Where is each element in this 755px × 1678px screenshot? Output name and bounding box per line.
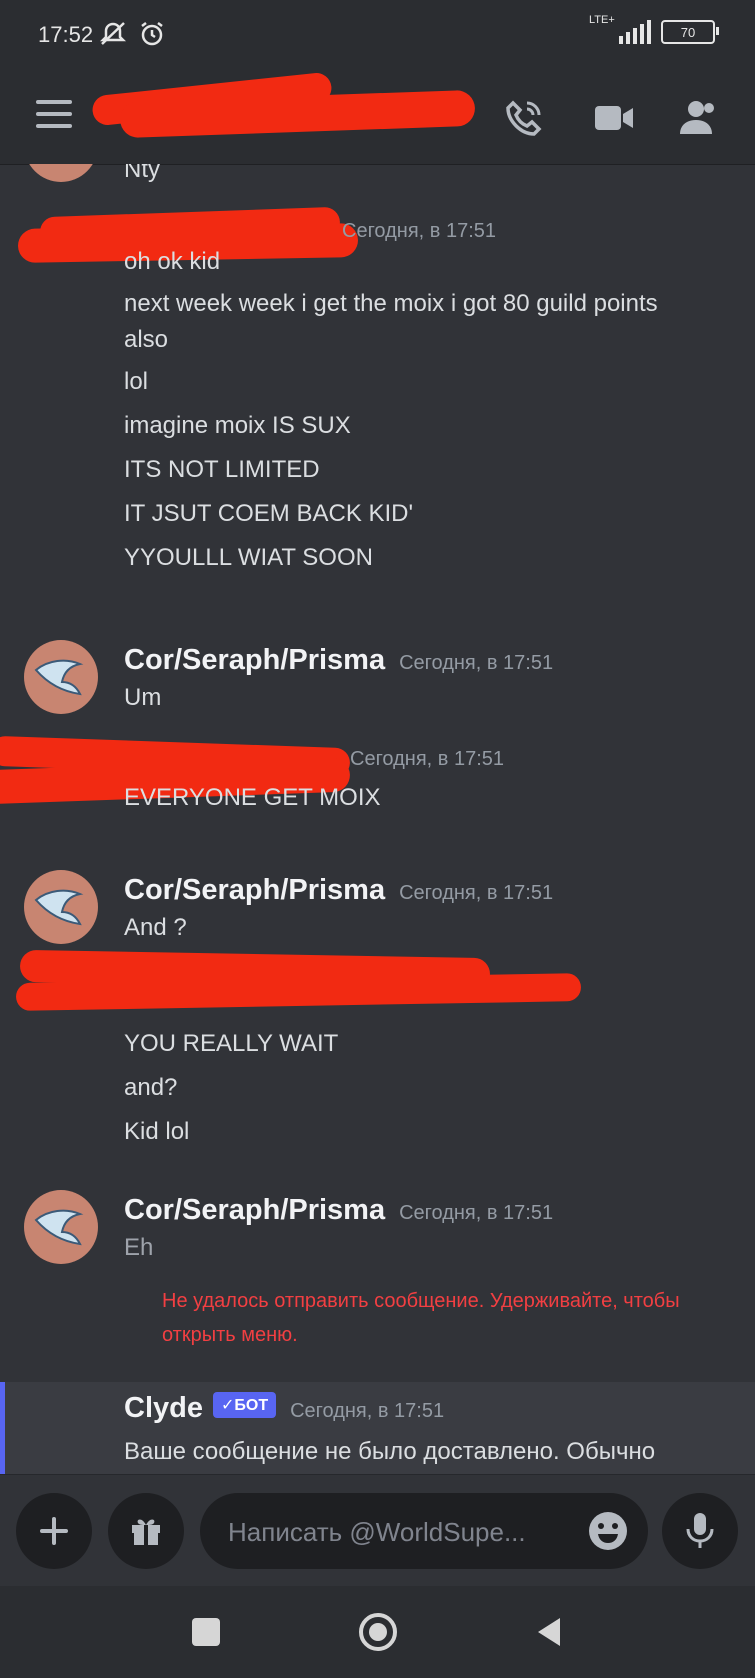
square-icon (192, 1618, 220, 1646)
message-text: and? (124, 1074, 178, 1101)
message-text: EVERYONE GET MOIX (124, 784, 381, 811)
message-timestamp: Сегодня, в 17:51 (399, 882, 554, 904)
voice-message-button[interactable] (662, 1493, 738, 1569)
back-button[interactable] (524, 1606, 576, 1658)
message-text: Um (124, 684, 162, 711)
bot-badge: ✓БОТ (212, 1392, 277, 1419)
microphone-icon (686, 1513, 714, 1548)
signal-strength-icon: LTE+ (589, 14, 651, 44)
message-input-field[interactable] (200, 1493, 648, 1569)
emoji-icon[interactable] (586, 1509, 630, 1553)
message-text: Kid lol (124, 1118, 190, 1145)
message-text: next week week i get the moix i got 80 g… (124, 290, 658, 317)
status-time: 17:52 (38, 22, 94, 47)
alarm-icon (141, 22, 163, 46)
gift-icon (132, 1519, 160, 1545)
message-author[interactable]: Cor/Seraph/Prisma Сегодня, в 17:51 (124, 1194, 553, 1227)
message-text: IT JSUT COEM BACK KID' (124, 500, 414, 527)
system-navigation-bar (0, 1586, 755, 1678)
home-circle-icon (359, 1613, 397, 1651)
message-text: YOU REALLY WAIT (124, 1030, 339, 1057)
message-text: YYOULLL WIAT SOON (124, 544, 373, 571)
message-timestamp: Сегодня, в 17:51 (342, 220, 496, 242)
gift-button[interactable] (108, 1493, 184, 1569)
plus-icon (40, 1517, 68, 1545)
avatar[interactable] (24, 1190, 98, 1264)
message-author[interactable]: Cor/Seraph/Prisma Сегодня, в 17:51 (124, 874, 553, 907)
message-text: also (124, 326, 169, 353)
member-list-icon[interactable] (672, 94, 720, 142)
message-composer (0, 1474, 755, 1587)
menu-icon[interactable] (36, 100, 72, 128)
battery-icon: 70 (661, 20, 719, 44)
back-triangle-icon (538, 1618, 560, 1646)
avatar[interactable] (24, 164, 98, 182)
check-icon: ✓ (220, 1397, 235, 1415)
status-icons (98, 20, 166, 48)
channel-header: rma (0, 71, 755, 165)
status-bar: 17:52 LTE+ 70 (0, 0, 755, 76)
message-timestamp: Сегодня, в 17:51 (350, 748, 504, 770)
message-input[interactable] (226, 1509, 560, 1555)
battery-level: 70 (680, 24, 696, 40)
network-type: LTE+ (589, 14, 615, 26)
message-text: oh ok kid (124, 248, 221, 275)
message-timestamp: Сегодня, в 17:51 (399, 1202, 554, 1224)
message-author[interactable]: Cor/Seraph/Prisma Сегодня, в 17:51 (124, 644, 553, 677)
failed-message-text[interactable]: Eh (124, 1234, 153, 1262)
message-text: ITS NOT LIMITED (124, 456, 320, 483)
avatar[interactable] (24, 870, 98, 944)
home-button[interactable] (352, 1606, 404, 1658)
message-list[interactable]: Nty Сегодня, в 17:51 oh ok kid next week… (0, 164, 755, 1474)
video-call-icon[interactable] (590, 94, 638, 142)
avatar[interactable] (24, 640, 98, 714)
message-text: Ваше сообщение не было доставлено. Обычн… (124, 1438, 656, 1465)
message-timestamp: Сегодня, в 17:51 (290, 1400, 445, 1422)
message-text: lol (124, 368, 149, 395)
send-error-notice[interactable]: Не удалось отправить сообщение. Удержива… (162, 1284, 722, 1352)
message-author[interactable]: Clyde ✓БОТ Сегодня, в 17:51 (124, 1392, 444, 1425)
add-attachment-button[interactable] (16, 1493, 92, 1569)
mute-notifications-icon (99, 22, 127, 46)
message-text: Nty (124, 164, 160, 183)
message-text: imagine moix IS SUX (124, 412, 351, 439)
voice-call-icon[interactable] (500, 94, 548, 142)
message-text: And ? (124, 914, 187, 941)
recent-apps-button[interactable] (180, 1606, 232, 1658)
message-timestamp: Сегодня, в 17:51 (399, 652, 554, 674)
